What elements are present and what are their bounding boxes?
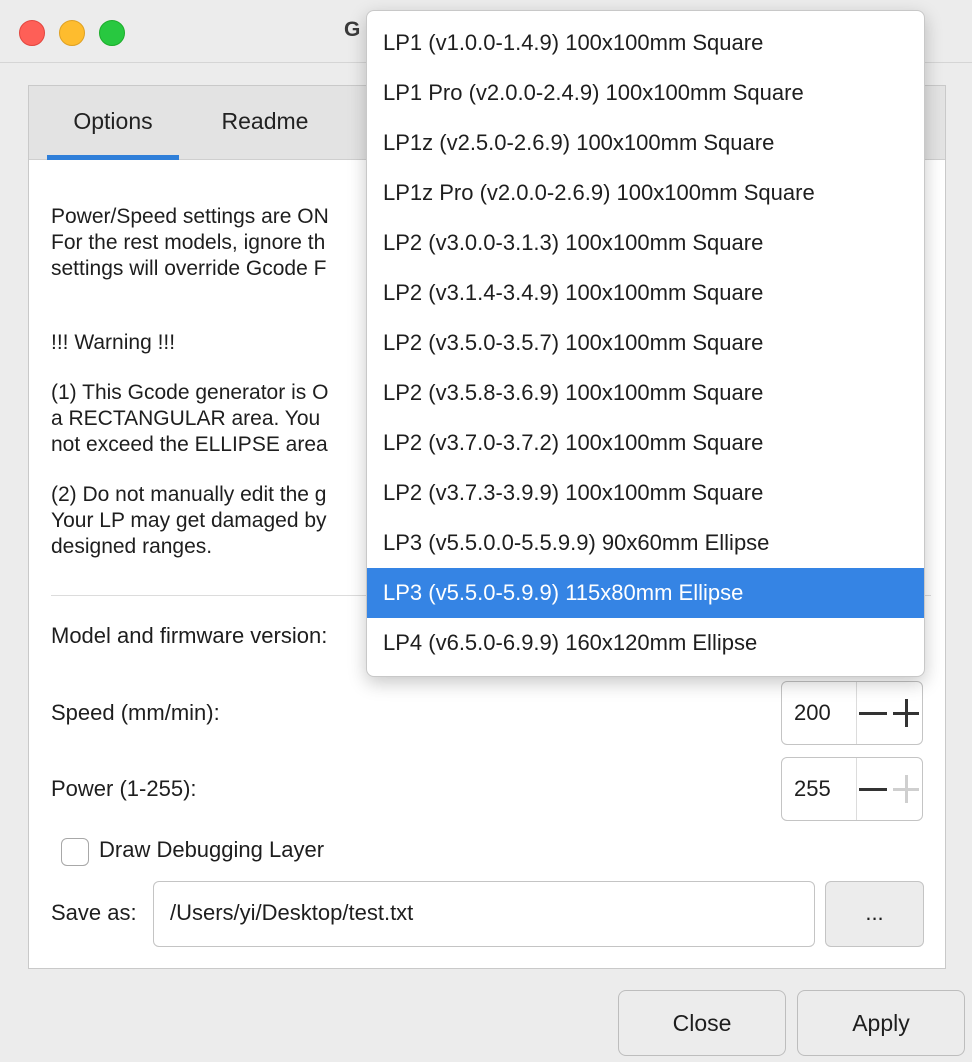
warning-line: designed ranges. [51, 535, 213, 558]
power-label: Power (1-255): [51, 776, 197, 801]
window-title: G [344, 18, 361, 41]
dropdown-item[interactable]: LP2 (v3.5.0-3.5.7) 100x100mm Square [367, 318, 924, 368]
window-maximize-button[interactable] [99, 20, 125, 46]
tab-readme-label: Readme [221, 108, 309, 134]
description-line: settings will override Gcode F [51, 257, 327, 280]
description-line: For the rest models, ignore th [51, 231, 326, 254]
description-line: Power/Speed settings are ON [51, 205, 329, 228]
dropdown-item[interactable]: LP1z (v2.5.0-2.6.9) 100x100mm Square [367, 118, 924, 168]
close-button[interactable]: Close [618, 990, 786, 1056]
tab-options[interactable]: Options [47, 86, 179, 160]
dropdown-item[interactable]: LP4 (v6.5.0-6.9.9) 160x120mm Ellipse [367, 618, 924, 668]
dropdown-item[interactable]: LP2 (v3.0.0-3.1.3) 100x100mm Square [367, 218, 924, 268]
active-tab-indicator [47, 155, 179, 160]
stepper-divider [856, 682, 857, 744]
speed-stepper[interactable]: 200 [781, 681, 923, 745]
dropdown-item-selected[interactable]: LP3 (v5.5.0-5.9.9) 115x80mm Ellipse [367, 568, 924, 618]
dropdown-item[interactable]: LP1z Pro (v2.0.0-2.6.9) 100x100mm Square [367, 168, 924, 218]
warning-line: not exceed the ELLIPSE area [51, 433, 328, 456]
speed-label: Speed (mm/min): [51, 700, 220, 725]
warning-title: !!! Warning !!! [51, 331, 176, 354]
warning-line: (2) Do not manually edit the g [51, 483, 327, 506]
save-as-label: Save as: [51, 900, 137, 925]
save-path-value[interactable]: /Users/yi/Desktop/test.txt [170, 882, 413, 944]
model-dropdown-menu[interactable]: LP1 (v1.0.0-1.4.9) 100x100mm Square LP1 … [366, 10, 925, 677]
model-label: Model and firmware version: [51, 623, 328, 648]
power-value[interactable]: 255 [794, 758, 831, 820]
app-window: G Options Readme Power/Speed settings ar… [0, 0, 972, 1062]
power-stepper[interactable]: 255 [781, 757, 923, 821]
warning-line: Your LP may get damaged by [51, 509, 327, 532]
tab-options-label: Options [73, 108, 153, 134]
power-increment-button[interactable] [892, 758, 922, 820]
dropdown-item[interactable]: LP1 (v1.0.0-1.4.9) 100x100mm Square [367, 18, 924, 68]
window-close-button[interactable] [19, 20, 45, 46]
debug-layer-checkbox[interactable] [61, 838, 89, 866]
dropdown-item[interactable]: LP2 (v3.7.3-3.9.9) 100x100mm Square [367, 468, 924, 518]
speed-value[interactable]: 200 [794, 682, 831, 744]
speed-increment-button[interactable] [892, 682, 922, 744]
warning-line: (1) This Gcode generator is O [51, 381, 329, 404]
save-path-input[interactable]: /Users/yi/Desktop/test.txt [153, 881, 815, 947]
dropdown-item[interactable]: LP2 (v3.5.8-3.6.9) 100x100mm Square [367, 368, 924, 418]
dropdown-item[interactable]: LP3 (v5.5.0.0-5.5.9.9) 90x60mm Ellipse [367, 518, 924, 568]
debug-layer-label[interactable]: Draw Debugging Layer [99, 837, 324, 863]
apply-button[interactable]: Apply [797, 990, 965, 1056]
window-minimize-button[interactable] [59, 20, 85, 46]
tab-readme[interactable]: Readme [199, 86, 331, 159]
stepper-divider [856, 758, 857, 820]
dropdown-item[interactable]: LP1 Pro (v2.0.0-2.4.9) 100x100mm Square [367, 68, 924, 118]
dropdown-item[interactable]: LP2 (v3.7.0-3.7.2) 100x100mm Square [367, 418, 924, 468]
power-decrement-button[interactable] [859, 758, 889, 820]
browse-button[interactable]: ... [825, 881, 924, 947]
warning-line: a RECTANGULAR area. You [51, 407, 321, 430]
speed-decrement-button[interactable] [859, 682, 889, 744]
dropdown-item[interactable]: LP2 (v3.1.4-3.4.9) 100x100mm Square [367, 268, 924, 318]
